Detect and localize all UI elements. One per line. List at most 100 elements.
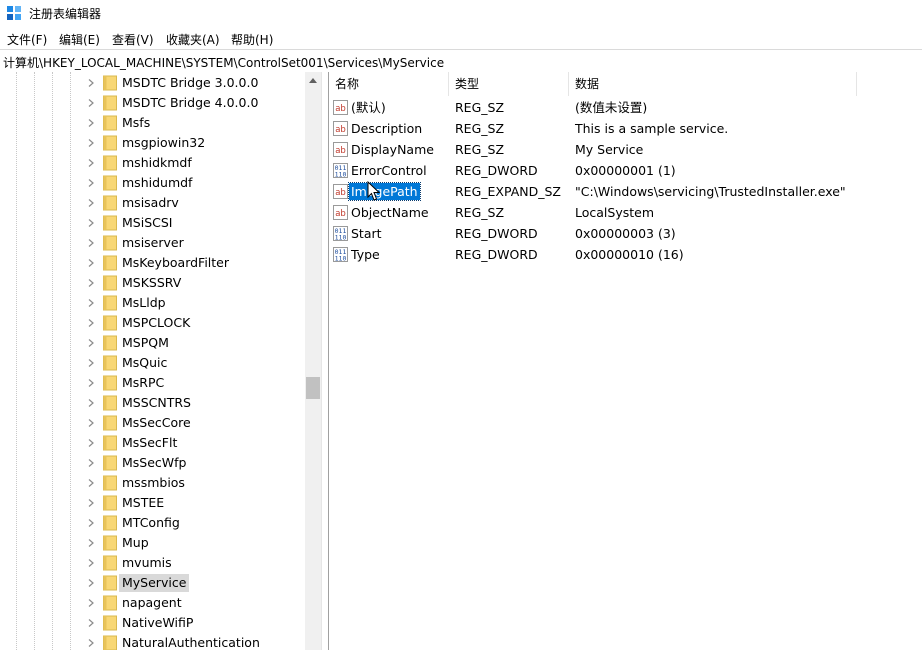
value-name[interactable]: (默认) (349, 99, 388, 116)
tree-item-label[interactable]: msgpiowin32 (119, 134, 208, 152)
tree-item[interactable]: MsLldp (0, 293, 305, 313)
menu-edit[interactable]: 编辑(E) (59, 31, 100, 48)
value-name[interactable]: Start (349, 225, 384, 242)
tree-item[interactable]: MSDTC Bridge 4.0.0.0 (0, 93, 305, 113)
tree-item[interactable]: MSiSCSI (0, 213, 305, 233)
value-name[interactable]: ObjectName (349, 204, 431, 221)
tree-item[interactable]: msiserver (0, 233, 305, 253)
tree-item-label[interactable]: MSDTC Bridge 4.0.0.0 (119, 94, 261, 112)
tree-item[interactable]: MSTEE (0, 493, 305, 513)
tree-item[interactable]: MSPQM (0, 333, 305, 353)
tree-scrollbar[interactable] (305, 72, 321, 650)
chevron-right-icon[interactable] (87, 359, 95, 367)
chevron-right-icon[interactable] (87, 479, 95, 487)
menu-view[interactable]: 查看(V) (112, 31, 154, 48)
value-row[interactable]: 011 110 ErrorControl REG_DWORD 0x00000001 (1… (329, 160, 922, 181)
tree-item-label[interactable]: MSPQM (119, 334, 172, 352)
chevron-right-icon[interactable] (87, 179, 95, 187)
scroll-up-arrow-icon[interactable] (309, 78, 317, 83)
chevron-right-icon[interactable] (87, 139, 95, 147)
tree-item[interactable]: MsSecWfp (0, 453, 305, 473)
value-name[interactable]: ErrorControl (349, 162, 429, 179)
chevron-right-icon[interactable] (87, 559, 95, 567)
tree-item[interactable]: MSKSSRV (0, 273, 305, 293)
chevron-right-icon[interactable] (87, 319, 95, 327)
tree-item[interactable]: NaturalAuthentication (0, 633, 305, 650)
chevron-right-icon[interactable] (87, 119, 95, 127)
tree-item-label[interactable]: MSPCLOCK (119, 314, 193, 332)
tree-item[interactable]: MsSecCore (0, 413, 305, 433)
chevron-right-icon[interactable] (87, 219, 95, 227)
tree-item[interactable]: MsSecFlt (0, 433, 305, 453)
tree-item[interactable]: NativeWifiP (0, 613, 305, 633)
chevron-right-icon[interactable] (87, 639, 95, 647)
chevron-right-icon[interactable] (87, 499, 95, 507)
tree-item-label[interactable]: napagent (119, 594, 185, 612)
chevron-right-icon[interactable] (87, 439, 95, 447)
menu-file[interactable]: 文件(F) (7, 31, 47, 48)
tree-item-label[interactable]: MTConfig (119, 514, 183, 532)
tree-item[interactable]: mssmbios (0, 473, 305, 493)
tree-item-label[interactable]: mshidkmdf (119, 154, 195, 172)
chevron-right-icon[interactable] (87, 519, 95, 527)
pane-splitter[interactable] (321, 72, 329, 650)
tree-item-label[interactable]: mssmbios (119, 474, 188, 492)
tree-item-label[interactable]: MSSCNTRS (119, 394, 194, 412)
tree-item[interactable]: MsRPC (0, 373, 305, 393)
chevron-right-icon[interactable] (87, 419, 95, 427)
tree-item[interactable]: Msfs (0, 113, 305, 133)
tree-item-label[interactable]: mvumis (119, 554, 175, 572)
tree-item[interactable]: MSSCNTRS (0, 393, 305, 413)
tree-item-label[interactable]: MsKeyboardFilter (119, 254, 232, 272)
column-header-name[interactable]: 名称 (329, 72, 449, 96)
tree-item-label[interactable]: MsQuic (119, 354, 170, 372)
tree-item-label[interactable]: msisadrv (119, 194, 182, 212)
tree-item[interactable]: MTConfig (0, 513, 305, 533)
chevron-right-icon[interactable] (87, 99, 95, 107)
value-row[interactable]: ab DisplayName REG_SZ My Service (329, 139, 922, 160)
tree-item-label[interactable]: Msfs (119, 114, 153, 132)
chevron-right-icon[interactable] (87, 199, 95, 207)
tree-item[interactable]: MsQuic (0, 353, 305, 373)
value-row[interactable]: 011 110 Type REG_DWORD 0x00000010 (16) (329, 244, 922, 265)
tree-item-label[interactable]: NaturalAuthentication (119, 634, 263, 650)
tree-item[interactable]: MSDTC Bridge 3.0.0.0 (0, 73, 305, 93)
chevron-right-icon[interactable] (87, 279, 95, 287)
key-tree[interactable]: MSDTC Bridge 3.0.0.0 MSDTC Bridge 4.0.0.0… (0, 72, 305, 650)
values-list[interactable]: 名称 类型 数据 ab (默认) REG_SZ (数值未设置) ab Descriptio… (329, 72, 922, 650)
chevron-right-icon[interactable] (87, 539, 95, 547)
chevron-right-icon[interactable] (87, 239, 95, 247)
chevron-right-icon[interactable] (87, 599, 95, 607)
value-name[interactable]: ImagePath (348, 182, 421, 201)
address-bar[interactable]: 计算机\HKEY_LOCAL_MACHINE\SYSTEM\ControlSet… (0, 49, 922, 73)
chevron-right-icon[interactable] (87, 339, 95, 347)
tree-item-label[interactable]: NativeWifiP (119, 614, 196, 632)
tree-item-label[interactable]: MsSecCore (119, 414, 194, 432)
tree-item-label[interactable]: msiserver (119, 234, 187, 252)
tree-item-label[interactable]: MsSecWfp (119, 454, 190, 472)
tree-item[interactable]: mshidumdf (0, 173, 305, 193)
chevron-right-icon[interactable] (87, 159, 95, 167)
chevron-right-icon[interactable] (87, 399, 95, 407)
menu-help[interactable]: 帮助(H) (231, 31, 273, 48)
tree-item[interactable]: msgpiowin32 (0, 133, 305, 153)
value-row[interactable]: ab ObjectName REG_SZ LocalSystem (329, 202, 922, 223)
scroll-thumb[interactable] (306, 377, 320, 399)
value-name[interactable]: DisplayName (349, 141, 436, 158)
value-row[interactable]: ab Description REG_SZ This is a sample serv… (329, 118, 922, 139)
chevron-right-icon[interactable] (87, 459, 95, 467)
tree-item[interactable]: mvumis (0, 553, 305, 573)
tree-item-label[interactable]: MSKSSRV (119, 274, 184, 292)
chevron-right-icon[interactable] (87, 619, 95, 627)
tree-item[interactable]: Mup (0, 533, 305, 553)
value-row[interactable]: 011 110 Start REG_DWORD 0x00000003 (3) (329, 223, 922, 244)
chevron-right-icon[interactable] (87, 579, 95, 587)
column-header-data[interactable]: 数据 (569, 72, 857, 96)
tree-item-label[interactable]: mshidumdf (119, 174, 195, 192)
tree-item-label[interactable]: MSTEE (119, 494, 167, 512)
chevron-right-icon[interactable] (87, 299, 95, 307)
tree-item-label[interactable]: MsLldp (119, 294, 169, 312)
value-row[interactable]: ab (默认) REG_SZ (数值未设置) (329, 97, 922, 118)
value-name[interactable]: Description (349, 120, 424, 137)
value-row[interactable]: ab ImagePath REG_EXPAND_SZ "C:\Windows\serv… (329, 181, 922, 202)
